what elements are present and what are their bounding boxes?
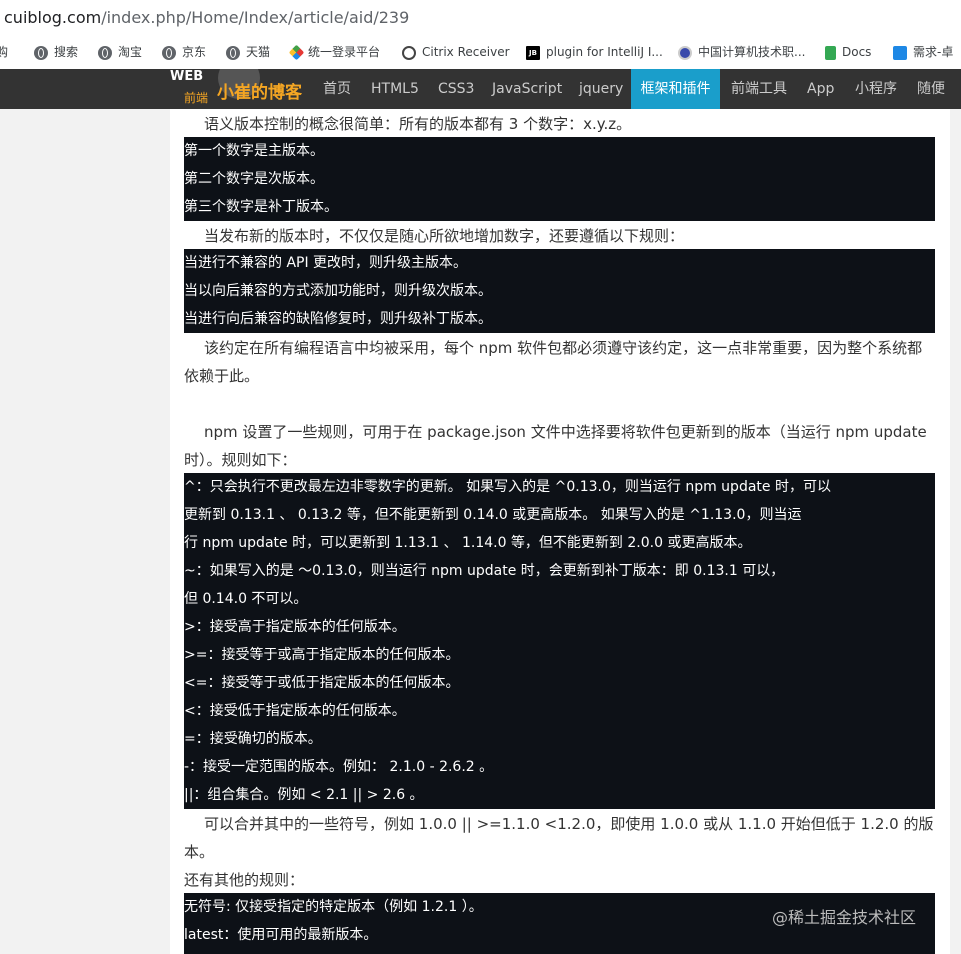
rules-code-block: ^：只会执行不更改最左边非零数字的更新。 如果写入的是 ^0.13.0，则当运行… — [184, 473, 935, 809]
code-block: 第一个数字是主版本。 第二个数字是次版本。 第三个数字是补丁版本。 — [184, 137, 935, 221]
bookmark-item[interactable]: 搜索 — [34, 36, 78, 69]
tracker-icon — [893, 45, 907, 60]
rule-line: ~：如果写入的是 〜0.13.0，则当运行 npm update 时，会更新到补… — [184, 563, 785, 579]
globe-icon — [162, 45, 176, 60]
rule-line: ||：组合集合。例如 < 2.1 || > 2.6 。 — [184, 787, 424, 803]
url-host: cuiblog.com — [4, 8, 102, 27]
rule-line: 但 0.14.0 不可以。 — [184, 591, 308, 607]
paragraph: 还有其他的规则： — [184, 871, 305, 889]
nav-home[interactable]: 首页 — [323, 69, 351, 109]
bookmarks-bar: 购 搜索 淘宝 京东 天猫 统一登录平台 Citrix Receiver JBp… — [0, 36, 961, 70]
citrix-icon — [402, 45, 416, 60]
nav-javascript[interactable]: JavaScript — [492, 69, 562, 109]
rule-line: >=：接受等于或高于指定版本的任何版本。 — [184, 647, 460, 663]
address-bar[interactable]: cuiblog.com/index.php/Home/Index/article… — [0, 0, 961, 36]
bookmark-item[interactable]: JB plugin for IntelliJ I... — [526, 36, 663, 69]
site-navbar: WEB 前端 小崔的博客 首页 HTML5 CSS3 JavaScript jq… — [0, 69, 961, 109]
bookmark-item[interactable]: 需求-卓 — [893, 36, 953, 69]
bookmark-item[interactable]: 京东 — [162, 36, 206, 69]
bookmark-item[interactable]: 购 — [0, 36, 8, 69]
globe-icon — [226, 45, 240, 60]
rule-line: >：接受高于指定版本的任何版本。 — [184, 619, 406, 635]
code-line: 第一个数字是主版本。 — [184, 143, 324, 159]
nav-css3[interactable]: CSS3 — [438, 69, 474, 109]
bookmark-item[interactable]: 中国计算机技术职... — [678, 36, 805, 69]
rule-line: <=：接受等于或低于指定版本的任何版本。 — [184, 675, 460, 691]
nav-misc[interactable]: 随便 — [917, 69, 945, 109]
bookmark-item[interactable]: Docs — [825, 36, 871, 69]
docs-icon — [825, 45, 836, 60]
rule-line: ^：只会执行不更改最左边非零数字的更新。 如果写入的是 ^0.13.0，则当运行… — [184, 479, 831, 495]
nav-html5[interactable]: HTML5 — [371, 69, 419, 109]
rule-line: <：接受低于指定版本的任何版本。 — [184, 703, 406, 719]
site-title[interactable]: 小崔的博客 — [217, 78, 302, 103]
globe-icon — [98, 45, 112, 60]
rule-line: 更新到 0.13.1 、 0.13.2 等，但不能更新到 0.14.0 或更高版… — [184, 507, 802, 523]
jetbrains-icon: JB — [526, 45, 540, 60]
nav-app[interactable]: App — [807, 69, 834, 109]
url-path: /index.php/Home/Index/article/aid/239 — [101, 8, 410, 27]
nav-frameworks[interactable]: 框架和插件 — [631, 69, 720, 109]
bookmark-item[interactable]: 天猫 — [226, 36, 270, 69]
watermark: @稀土掘金技术社区 — [772, 908, 917, 927]
code-line: 当进行向后兼容的缺陷修复时，则升级补丁版本。 — [184, 311, 492, 327]
paragraph: 语义版本控制的概念很简单：所有的版本都有 3 个数字：x.y.z。 — [204, 115, 632, 133]
nav-miniprogram[interactable]: 小程序 — [855, 69, 897, 109]
nav-tools[interactable]: 前端工具 — [731, 69, 787, 109]
code-line: 第二个数字是次版本。 — [184, 171, 324, 187]
csai-icon — [678, 45, 692, 60]
diamond-icon — [288, 44, 305, 61]
nav-jquery[interactable]: jquery — [579, 69, 623, 109]
code-line: 当以向后兼容的方式添加功能时，则升级次版本。 — [184, 283, 492, 299]
logo-frontend-text: 前端 — [184, 91, 209, 105]
code-block: 当进行不兼容的 API 更改时，则升级主版本。 当以向后兼容的方式添加功能时，则… — [184, 249, 935, 333]
rule-line: -：接受一定范围的版本。例如： 2.1.0 - 2.6.2 。 — [184, 759, 494, 775]
code-line: 当进行不兼容的 API 更改时，则升级主版本。 — [184, 255, 468, 271]
article-content: 语义版本控制的概念很简单：所有的版本都有 3 个数字：x.y.z。 第一个数字是… — [170, 109, 950, 954]
bookmark-item[interactable]: 淘宝 — [98, 36, 142, 69]
paragraph: 该约定在所有编程语言中均被采用，每个 npm 软件包都必须遵守该约定，这一点非常… — [184, 339, 923, 385]
rule-line: =：接受确切的版本。 — [184, 731, 322, 747]
logo-web-text: WEB — [170, 69, 204, 84]
paragraph: 可以合并其中的一些符号，例如 1.0.0 || >=1.1.0 <1.2.0，即… — [184, 815, 934, 861]
rule-line: 行 npm update 时，可以更新到 1.13.1 、 1.14.0 等，但… — [184, 535, 752, 551]
bookmark-item[interactable]: 统一登录平台 — [288, 36, 380, 69]
code-line: 第三个数字是补丁版本。 — [184, 199, 338, 215]
paragraph: npm 设置了一些规则，可用于在 package.json 文件中选择要将软件包… — [184, 423, 927, 469]
paragraph: 当发布新的版本时，不仅仅是随心所欲地增加数字，还要遵循以下规则： — [204, 227, 685, 245]
globe-icon — [34, 45, 48, 60]
bookmark-item[interactable]: Citrix Receiver — [402, 36, 510, 69]
